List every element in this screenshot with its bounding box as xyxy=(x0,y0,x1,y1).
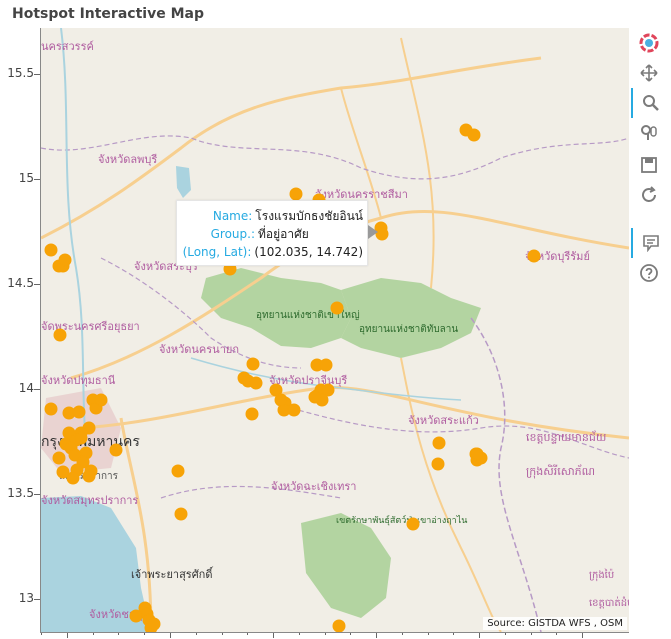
y-tick-label: 15 xyxy=(18,171,34,185)
hotspot-marker[interactable] xyxy=(431,457,445,471)
hotspot-marker[interactable] xyxy=(249,376,263,390)
hotspot-marker[interactable] xyxy=(470,447,484,461)
tooltip-coord-value: (102.035, 14.742) xyxy=(254,245,363,259)
hotspot-marker[interactable] xyxy=(171,464,185,478)
hotspot-marker[interactable] xyxy=(82,469,96,483)
y-tick-label: 15.5 xyxy=(7,66,34,80)
y-axis: 15.5 15 14.5 14 13.5 13 xyxy=(0,28,40,632)
hotspot-marker[interactable] xyxy=(289,187,303,201)
hotspot-marker[interactable] xyxy=(74,431,88,445)
hotspot-marker[interactable] xyxy=(44,243,58,257)
hotspot-marker[interactable] xyxy=(330,301,344,315)
hotspot-marker[interactable] xyxy=(52,451,66,465)
hotspot-marker[interactable] xyxy=(129,609,143,623)
tooltip-arrow xyxy=(368,225,378,239)
hotspot-marker[interactable] xyxy=(432,436,446,450)
y-tick-label: 13.5 xyxy=(7,486,34,500)
hotspot-marker[interactable] xyxy=(319,358,333,372)
hotspot-marker[interactable] xyxy=(245,407,259,421)
tooltip-name-value: โรงแรมบักธงชัยอินน์ xyxy=(255,209,363,223)
hotspot-marker[interactable] xyxy=(406,517,420,531)
map-title: Hotspot Interactive Map xyxy=(12,6,204,22)
hotspot-marker[interactable] xyxy=(147,617,161,631)
hotspot-marker[interactable] xyxy=(44,402,58,416)
bokeh-logo-icon[interactable] xyxy=(631,28,667,58)
reset-icon[interactable] xyxy=(631,180,667,210)
hotspot-marker[interactable] xyxy=(527,249,541,263)
hotspot-marker[interactable] xyxy=(174,507,188,521)
hotspot-marker[interactable] xyxy=(332,619,346,632)
map-canvas[interactable]: นครสวรรค์ จังหวัดลพบุรี จังหวัดนครราชสีมาจ… xyxy=(40,28,629,633)
hover-tooltip: Name: โรงแรมบักธงชัยอินน์ Group.: ที่อยู่อ… xyxy=(176,200,368,266)
zoom-icon[interactable] xyxy=(631,88,669,118)
plot-toolbar xyxy=(631,28,667,308)
hotspot-layer xyxy=(44,123,541,632)
hotspot-marker[interactable] xyxy=(274,393,288,407)
y-tick-label: 14 xyxy=(18,381,34,395)
pan-icon[interactable] xyxy=(631,58,667,88)
hotspot-marker[interactable] xyxy=(246,357,260,371)
hotspot-marker[interactable] xyxy=(467,128,481,142)
hotspot-marker[interactable] xyxy=(56,465,70,479)
save-icon[interactable] xyxy=(631,150,667,180)
hotspot-marker[interactable] xyxy=(308,390,322,404)
hotspot-marker[interactable] xyxy=(72,405,86,419)
hotspot-marker[interactable] xyxy=(53,328,67,342)
tooltip-group-label: Group.: xyxy=(210,227,255,241)
hotspot-marker[interactable] xyxy=(94,393,108,407)
help-icon[interactable] xyxy=(631,258,667,288)
hotspot-marker[interactable] xyxy=(287,403,301,417)
tooltip-group-value: ที่อยู่อาศัย xyxy=(258,227,309,241)
tooltip-name-label: Name: xyxy=(212,209,253,223)
hotspot-marker[interactable] xyxy=(321,383,335,397)
hotspot-marker[interactable] xyxy=(109,443,123,457)
hover-icon[interactable] xyxy=(631,228,669,258)
y-tick-label: 14.5 xyxy=(7,276,34,290)
wheel-zoom-icon[interactable] xyxy=(631,118,667,148)
y-tick-label: 13 xyxy=(18,591,34,605)
tooltip-coord-label: (Long, Lat): xyxy=(182,245,252,259)
hotspot-marker[interactable] xyxy=(58,253,72,267)
map-attribution: Source: GISTDA WFS , OSM xyxy=(483,617,627,630)
